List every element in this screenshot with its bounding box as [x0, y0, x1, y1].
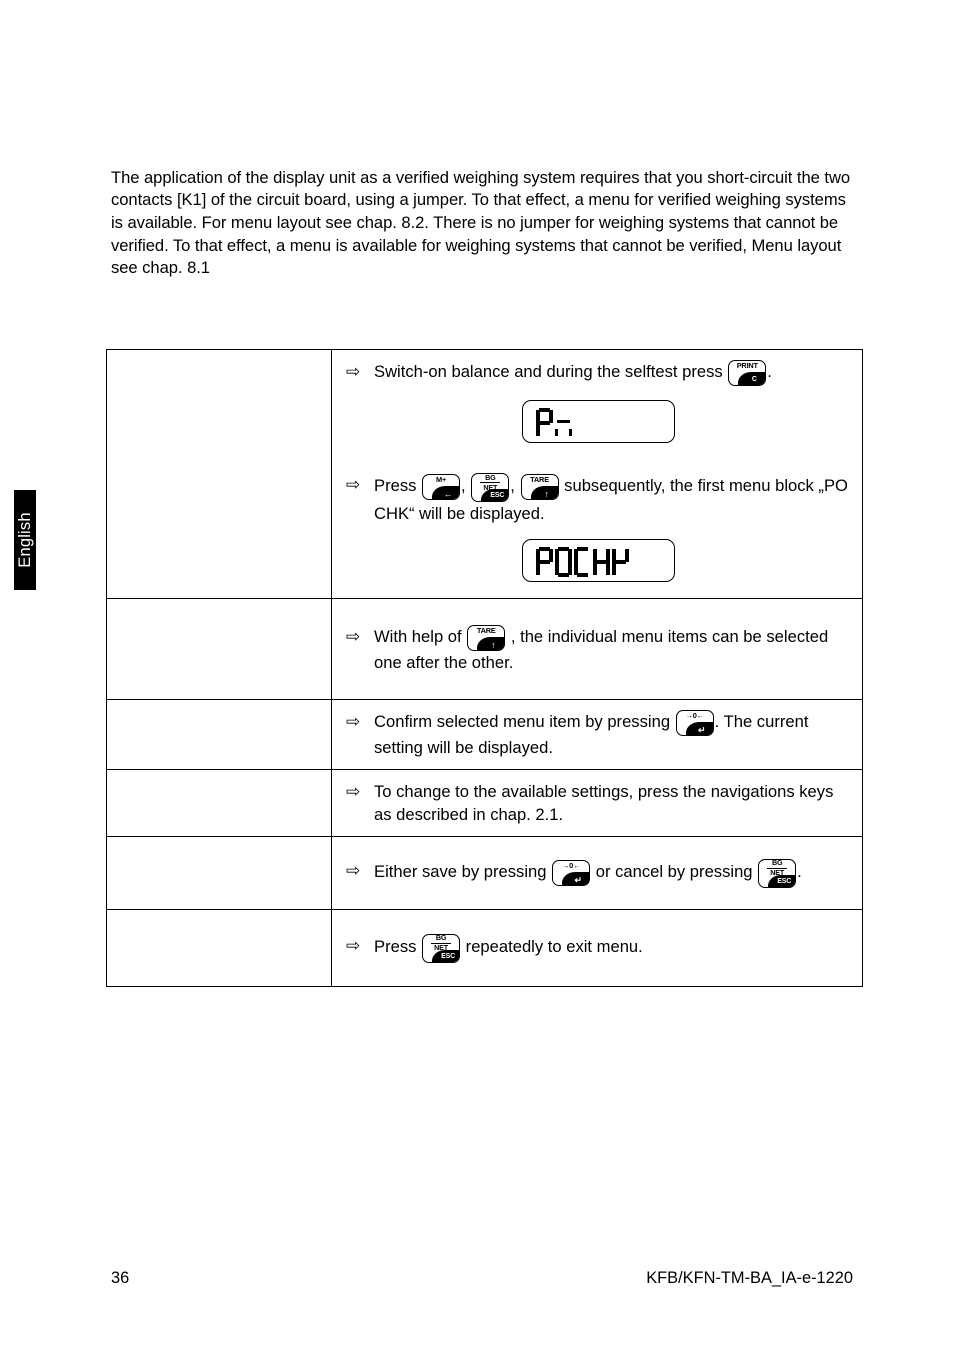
seven-segment-char-k	[611, 547, 629, 577]
step-item: ⇨ Either save by pressing →0← ↵ or cance…	[346, 858, 850, 888]
arrow-bullet-icon: ⇨	[346, 935, 361, 955]
table-cell-left-empty	[106, 909, 332, 987]
step-text-part: ,	[510, 476, 515, 495]
key-top-label: M+	[436, 475, 447, 484]
seven-segment-char-n	[554, 419, 572, 437]
step-item: ⇨ Confirm selected menu item by pressing…	[346, 710, 850, 759]
m-plus-key-icon[interactable]: M+ ←	[422, 474, 461, 500]
table-cell-step-2: ⇨ With help of TARE ↑ , the individual m…	[331, 598, 863, 700]
step-text-part: With help of	[374, 626, 462, 646]
step-item: ⇨ Press BG NET ESC repeatedly to exit me…	[346, 933, 850, 963]
arrow-bullet-icon: ⇨	[346, 712, 361, 731]
step-text-part: Either save by pressing	[374, 861, 547, 881]
table-cell-left-empty	[106, 349, 332, 599]
document-reference: KFB/KFN-TM-BA_IA-e-1220	[646, 1269, 853, 1287]
tare-key-icon[interactable]: TARE ↑	[520, 474, 559, 500]
step-text-part: Switch-on balance and during the selftes…	[374, 362, 723, 381]
table-cell-left-empty	[106, 699, 332, 770]
page-number: 36	[111, 1269, 130, 1287]
step-text-part: Press	[374, 476, 417, 495]
zero-enter-key-icon[interactable]: →0← ↵	[552, 859, 591, 886]
seven-segment-char-p	[535, 407, 553, 438]
step-text-part: repeatedly to exit menu.	[465, 936, 643, 956]
language-tab-label: English	[15, 512, 34, 568]
key-sub-label: ESC	[777, 877, 792, 885]
arrow-bullet-icon: ⇨	[346, 782, 361, 801]
step-text-part: Press	[374, 936, 417, 956]
key-top-label: →0←	[561, 860, 581, 870]
arrow-bullet-icon: ⇨	[346, 362, 361, 381]
table-cell-step-5: ⇨ Either save by pressing →0← ↵ or cance…	[331, 836, 863, 910]
lcd-digits	[535, 406, 572, 438]
arrow-bullet-icon: ⇨	[346, 626, 361, 646]
key-sub-label: ↵	[574, 874, 582, 885]
bg-net-esc-key-icon[interactable]: BG NET ESC	[422, 933, 461, 963]
step-text: Switch-on balance and during the selftes…	[374, 360, 850, 386]
key-sub-label: C	[751, 376, 757, 383]
arrow-bullet-icon: ⇨	[346, 475, 361, 494]
intro-paragraph: The application of the display unit as a…	[111, 167, 851, 278]
step-item: ⇨ Switch-on balance and during the selft…	[346, 360, 850, 386]
step-text: Press M+ ← , BG NET ESC , TARE ↑ subsequ…	[374, 473, 850, 525]
step-text-part: Confirm selected menu item by pressing	[374, 712, 671, 731]
bg-net-esc-key-icon[interactable]: BG NET ESC	[758, 858, 797, 888]
step-text: With help of TARE ↑ , the individual men…	[374, 624, 850, 674]
seven-segment-char-p	[535, 546, 553, 577]
bg-net-esc-key-icon[interactable]: BG NET ESC	[471, 473, 510, 502]
key-top-label: PRINT	[736, 361, 758, 370]
key-sub-label: ↵	[698, 725, 706, 735]
step-text-part: or cancel by pressing	[595, 861, 753, 881]
table-row: ⇨ Either save by pressing →0← ↵ or cance…	[106, 836, 863, 910]
table-cell-step-1: ⇨ Switch-on balance and during the selft…	[331, 349, 863, 599]
step-text: To change to the available settings, pre…	[374, 782, 834, 824]
lcd-display-pochk	[521, 539, 675, 582]
tare-key-icon[interactable]: TARE ↑	[467, 624, 506, 651]
key-top-label: TARE	[530, 475, 549, 484]
table-cell-left-empty	[106, 769, 332, 837]
step-text-part: .	[767, 362, 772, 381]
step-text: Either save by pressing →0← ↵ or cancel …	[374, 858, 850, 888]
table-cell-left-empty	[106, 598, 332, 700]
key-sub-label: ↑	[491, 639, 496, 650]
seven-segment-char-c	[573, 546, 591, 577]
key-top-label-bg: BG	[480, 473, 501, 483]
step-text-part: ,	[461, 476, 466, 495]
table-cell-step-3: ⇨ Confirm selected menu item by pressing…	[331, 699, 863, 770]
lcd-digits	[535, 545, 629, 577]
step-item: ⇨ Press M+ ← , BG NET ESC , TARE ↑ subse…	[346, 473, 850, 525]
table-row: ⇨ Press BG NET ESC repeatedly to exit me…	[106, 909, 863, 987]
key-sub-label: ←	[443, 489, 453, 499]
arrow-bullet-icon: ⇨	[346, 860, 361, 880]
seven-segment-char-o	[554, 546, 572, 577]
procedure-table: ⇨ Switch-on balance and during the selft…	[106, 349, 863, 987]
key-top-label: →0←	[685, 711, 704, 720]
table-row: ⇨ Switch-on balance and during the selft…	[106, 349, 863, 599]
step-text: Press BG NET ESC repeatedly to exit menu…	[374, 933, 850, 963]
step-text: Confirm selected menu item by pressing →…	[374, 710, 850, 759]
key-sub-label: ESC	[490, 492, 505, 499]
step-item: ⇨ To change to the available settings, p…	[346, 780, 850, 826]
lcd-display-pn	[521, 400, 675, 443]
zero-enter-key-icon[interactable]: →0← ↵	[675, 710, 714, 736]
table-row: ⇨ To change to the available settings, p…	[106, 769, 863, 837]
table-cell-step-6: ⇨ Press BG NET ESC repeatedly to exit me…	[331, 909, 863, 987]
key-sub-label: ↑	[544, 489, 549, 499]
step-text-part: .	[797, 861, 802, 881]
table-row: ⇨ With help of TARE ↑ , the individual m…	[106, 598, 863, 700]
key-top-label: TARE	[476, 625, 496, 635]
language-tab: English	[14, 490, 36, 590]
print-key-icon[interactable]: PRINT C	[728, 360, 767, 386]
page-footer: 36 KFB/KFN-TM-BA_IA-e-1220	[111, 1268, 863, 1288]
step-item: ⇨ With help of TARE ↑ , the individual m…	[346, 624, 850, 674]
table-cell-left-empty	[106, 836, 332, 910]
table-cell-step-4: ⇨ To change to the available settings, p…	[331, 769, 863, 837]
seven-segment-char-h	[592, 547, 610, 577]
key-sub-label: ESC	[441, 952, 455, 960]
table-row: ⇨ Confirm selected menu item by pressing…	[106, 699, 863, 770]
